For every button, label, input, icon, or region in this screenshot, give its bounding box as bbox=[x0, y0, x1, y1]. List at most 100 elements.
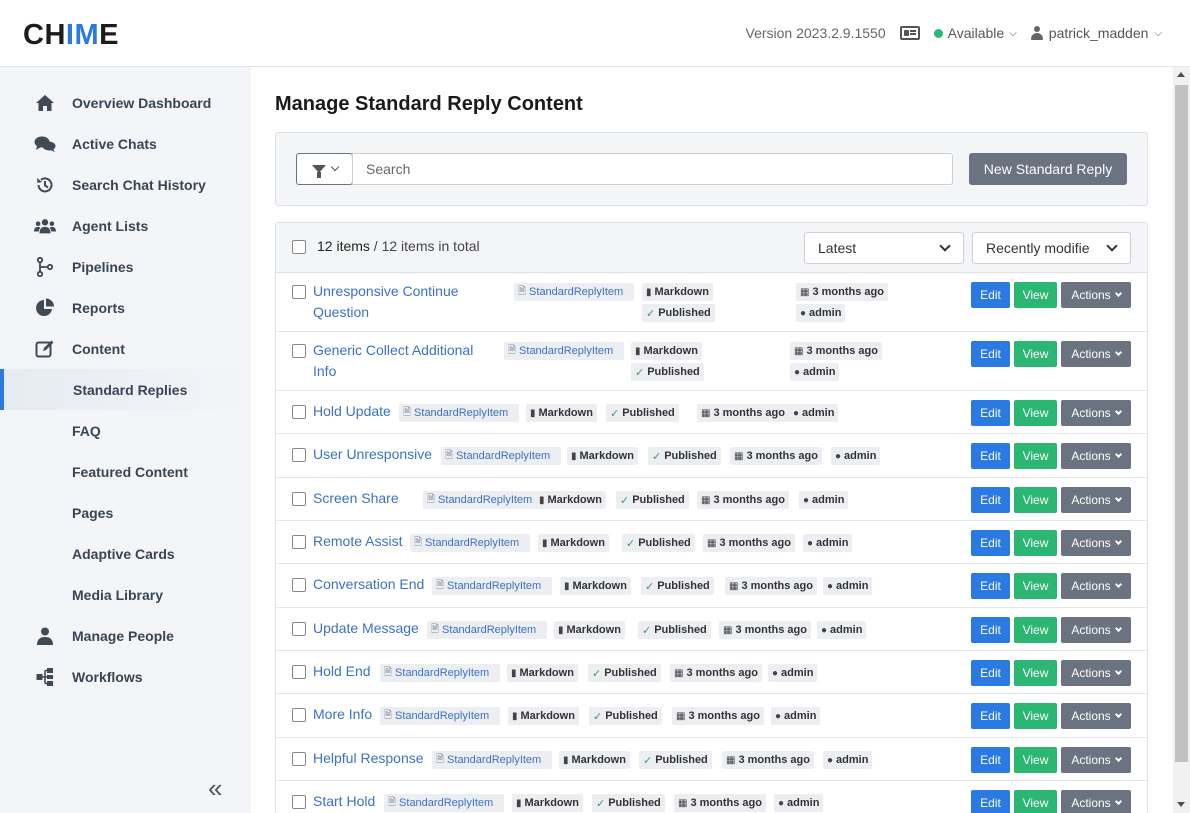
actions-dropdown-button[interactable]: Actions bbox=[1061, 487, 1131, 513]
sidebar-item-media-library[interactable]: Media Library bbox=[0, 574, 251, 615]
sidebar-item-workflows[interactable]: Workflows bbox=[0, 656, 251, 697]
actions-dropdown-button[interactable]: Actions bbox=[1061, 617, 1131, 643]
sidebar-item-active-chats[interactable]: Active Chats bbox=[0, 123, 251, 164]
row-checkbox[interactable] bbox=[292, 665, 306, 679]
sidebar-item-adaptive-cards[interactable]: Adaptive Cards bbox=[0, 533, 251, 574]
edit-button[interactable]: Edit bbox=[971, 747, 1010, 773]
status-badge: ✓ Published bbox=[641, 577, 714, 595]
view-button[interactable]: View bbox=[1014, 530, 1057, 556]
scrollbar-thumb[interactable] bbox=[1175, 85, 1188, 762]
availability-dropdown[interactable]: Available ⌵ bbox=[933, 25, 1017, 41]
author-badge: ● admin bbox=[774, 794, 824, 812]
format-badge: ▮ Markdown bbox=[535, 491, 606, 509]
view-button[interactable]: View bbox=[1014, 660, 1057, 686]
select-all-checkbox[interactable] bbox=[292, 240, 306, 254]
row-checkbox[interactable] bbox=[292, 492, 306, 506]
sidebar-item-pages[interactable]: Pages bbox=[0, 492, 251, 533]
row-checkbox[interactable] bbox=[292, 752, 306, 766]
chevron-down-icon bbox=[1114, 580, 1122, 589]
edit-button[interactable]: Edit bbox=[971, 341, 1010, 367]
row-checkbox[interactable] bbox=[292, 535, 306, 549]
edit-button[interactable]: Edit bbox=[971, 790, 1010, 813]
view-button[interactable]: View bbox=[1014, 487, 1057, 513]
actions-dropdown-button[interactable]: Actions bbox=[1061, 282, 1131, 308]
sidebar-item-pipelines[interactable]: Pipelines bbox=[0, 246, 251, 287]
view-button[interactable]: View bbox=[1014, 400, 1057, 426]
actions-dropdown-button[interactable]: Actions bbox=[1061, 443, 1131, 469]
actions-dropdown-button[interactable]: Actions bbox=[1061, 703, 1131, 729]
view-button[interactable]: View bbox=[1014, 617, 1057, 643]
edit-button[interactable]: Edit bbox=[971, 400, 1010, 426]
actions-dropdown-button[interactable]: Actions bbox=[1061, 660, 1131, 686]
view-button[interactable]: View bbox=[1014, 443, 1057, 469]
edit-button[interactable]: Edit bbox=[971, 530, 1010, 556]
new-standard-reply-button[interactable]: New Standard Reply bbox=[969, 153, 1127, 185]
edit-button[interactable]: Edit bbox=[971, 573, 1010, 599]
user-icon: ● bbox=[778, 797, 785, 809]
view-button[interactable]: View bbox=[1014, 703, 1057, 729]
sidebar-item-search-chat-history[interactable]: Search Chat History bbox=[0, 164, 251, 205]
edit-button[interactable]: Edit bbox=[971, 487, 1010, 513]
row-title-link[interactable]: Unresponsive Continue Question bbox=[313, 281, 459, 323]
edit-button[interactable]: Edit bbox=[971, 660, 1010, 686]
row-checkbox[interactable] bbox=[292, 285, 306, 299]
user-menu[interactable]: patrick_madden ⌵ bbox=[1030, 25, 1162, 41]
scroll-down-icon[interactable] bbox=[1177, 802, 1185, 807]
actions-dropdown-button[interactable]: Actions bbox=[1061, 790, 1131, 813]
sort-select-secondary[interactable]: Recently modifie bbox=[972, 232, 1131, 264]
view-button[interactable]: View bbox=[1014, 573, 1057, 599]
search-input[interactable] bbox=[352, 153, 953, 185]
actions-dropdown-button[interactable]: Actions bbox=[1061, 530, 1131, 556]
row-title-link[interactable]: Start Hold bbox=[313, 791, 375, 812]
edit-button[interactable]: Edit bbox=[971, 282, 1010, 308]
sidebar-item-manage-people[interactable]: Manage People bbox=[0, 615, 251, 656]
view-button[interactable]: View bbox=[1014, 790, 1057, 813]
chime-logo[interactable]: CHIME bbox=[23, 20, 119, 50]
row-title-link[interactable]: Remote Assist bbox=[313, 531, 402, 552]
home-icon bbox=[34, 92, 56, 114]
row-title-link[interactable]: User Unresponsive bbox=[313, 444, 432, 465]
row-checkbox[interactable] bbox=[292, 795, 306, 809]
view-button[interactable]: View bbox=[1014, 747, 1057, 773]
row-title-link[interactable]: Hold End bbox=[313, 661, 371, 682]
sidebar-item-content[interactable]: Content bbox=[0, 328, 251, 369]
row-title-link[interactable]: Hold Update bbox=[313, 401, 391, 422]
sidebar-item-faq[interactable]: FAQ bbox=[0, 410, 251, 451]
sidebar-item-reports[interactable]: Reports bbox=[0, 287, 251, 328]
view-button[interactable]: View bbox=[1014, 341, 1057, 367]
row-checkbox[interactable] bbox=[292, 344, 306, 358]
type-badge: 🗎 StandardReplyItem bbox=[432, 751, 552, 769]
row-title-link[interactable]: Screen Share bbox=[313, 488, 399, 509]
sidebar-item-agent-lists[interactable]: Agent Lists bbox=[0, 205, 251, 246]
actions-dropdown-button[interactable]: Actions bbox=[1061, 747, 1131, 773]
id-card-icon[interactable] bbox=[899, 26, 920, 40]
actions-dropdown-button[interactable]: Actions bbox=[1061, 400, 1131, 426]
collapse-sidebar-icon[interactable]: «« bbox=[208, 773, 223, 804]
sort-select-primary[interactable]: Latest bbox=[804, 232, 964, 264]
row-checkbox[interactable] bbox=[292, 622, 306, 636]
sidebar-item-overview-dashboard[interactable]: Overview Dashboard bbox=[0, 82, 251, 123]
filter-button[interactable] bbox=[296, 153, 353, 185]
row-title-link[interactable]: Helpful Response bbox=[313, 748, 424, 769]
row-title-link[interactable]: Update Message bbox=[313, 618, 419, 639]
sidebar-item-standard-replies[interactable]: Standard Replies bbox=[0, 369, 251, 410]
row-checkbox[interactable] bbox=[292, 405, 306, 419]
file-code-icon: 🗎 bbox=[403, 406, 412, 418]
row-checkbox[interactable] bbox=[292, 448, 306, 462]
row-title-link[interactable]: Generic Collect Additional Info bbox=[313, 340, 473, 382]
edit-button[interactable]: Edit bbox=[971, 443, 1010, 469]
status-badge: ✓ Published bbox=[639, 751, 712, 769]
actions-dropdown-button[interactable]: Actions bbox=[1061, 341, 1131, 367]
users-icon bbox=[34, 215, 56, 237]
edit-button[interactable]: Edit bbox=[971, 703, 1010, 729]
scroll-up-icon[interactable] bbox=[1177, 72, 1185, 77]
row-checkbox[interactable] bbox=[292, 708, 306, 722]
view-button[interactable]: View bbox=[1014, 282, 1057, 308]
row-title-link[interactable]: Conversation End bbox=[313, 574, 424, 595]
edit-button[interactable]: Edit bbox=[971, 617, 1010, 643]
row-checkbox[interactable] bbox=[292, 578, 306, 592]
chevron-down-icon bbox=[1114, 624, 1122, 633]
row-title-link[interactable]: More Info bbox=[313, 704, 372, 725]
sidebar-item-featured-content[interactable]: Featured Content bbox=[0, 451, 251, 492]
actions-dropdown-button[interactable]: Actions bbox=[1061, 573, 1131, 599]
